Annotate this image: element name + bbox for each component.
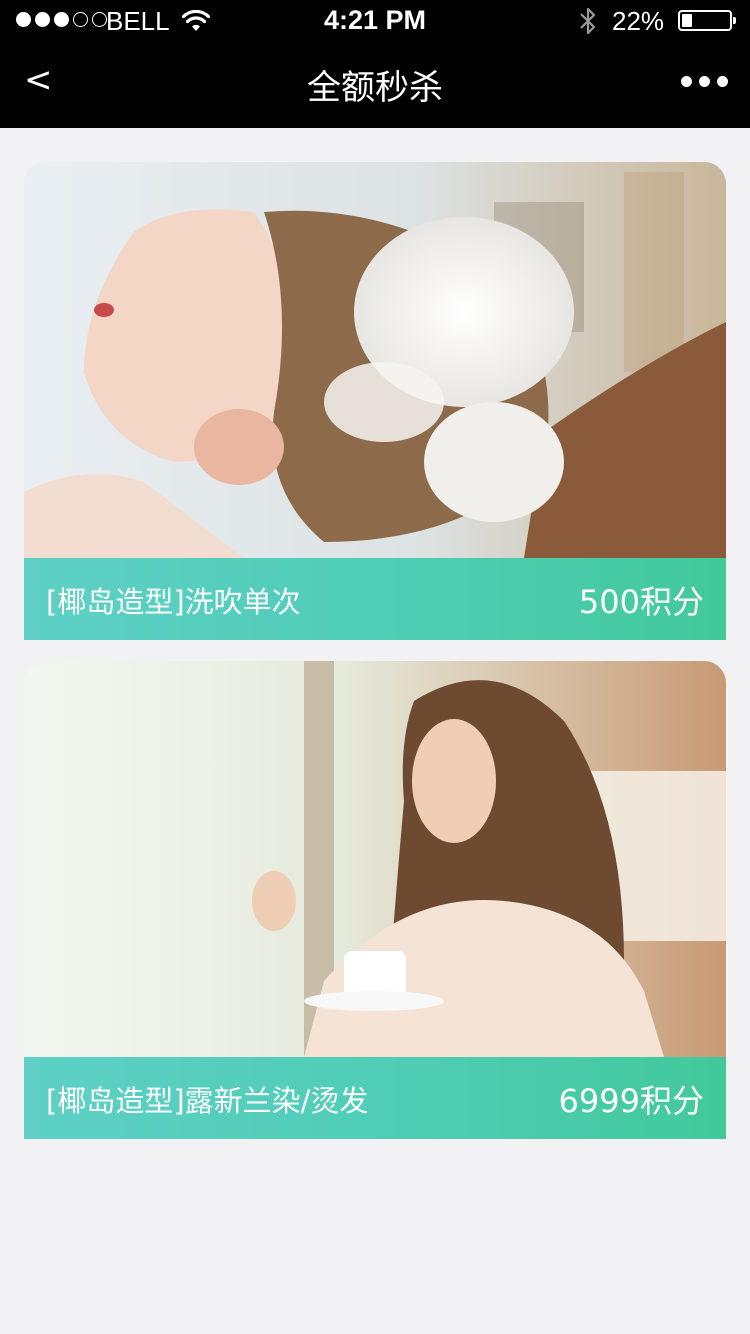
status-bar: BELL 4:21 PM 22% bbox=[0, 0, 750, 42]
product-card[interactable]: [椰岛造型]洗吹单次 500积分 bbox=[24, 162, 726, 640]
hair-wash-photo bbox=[24, 162, 726, 558]
page-title: 全额秒杀 bbox=[307, 68, 443, 108]
more-dot bbox=[681, 76, 692, 87]
navigation-bar: < 全额秒杀 bbox=[0, 42, 750, 128]
top-bar: BELL 4:21 PM 22% < 全额秒杀 bbox=[0, 0, 750, 128]
more-dots-icon[interactable] bbox=[681, 76, 728, 87]
product-price: 6999积分 bbox=[558, 1082, 704, 1120]
product-caption: [椰岛造型]露新兰染/烫发 6999积分 bbox=[24, 1057, 726, 1139]
bluetooth-icon bbox=[580, 7, 596, 35]
more-dot bbox=[699, 76, 710, 87]
product-card[interactable]: [椰岛造型]露新兰染/烫发 6999积分 bbox=[24, 661, 726, 1139]
product-name: [椰岛造型]洗吹单次 bbox=[46, 585, 301, 619]
product-price: 500积分 bbox=[578, 583, 704, 621]
product-caption: [椰岛造型]洗吹单次 500积分 bbox=[24, 558, 726, 640]
product-name: [椰岛造型]露新兰染/烫发 bbox=[46, 1084, 369, 1118]
battery-percent: 22% bbox=[612, 6, 665, 36]
woman-with-coffee-photo bbox=[24, 661, 726, 1057]
battery-level bbox=[682, 14, 692, 27]
battery-icon bbox=[678, 10, 736, 31]
more-dot bbox=[717, 76, 728, 87]
